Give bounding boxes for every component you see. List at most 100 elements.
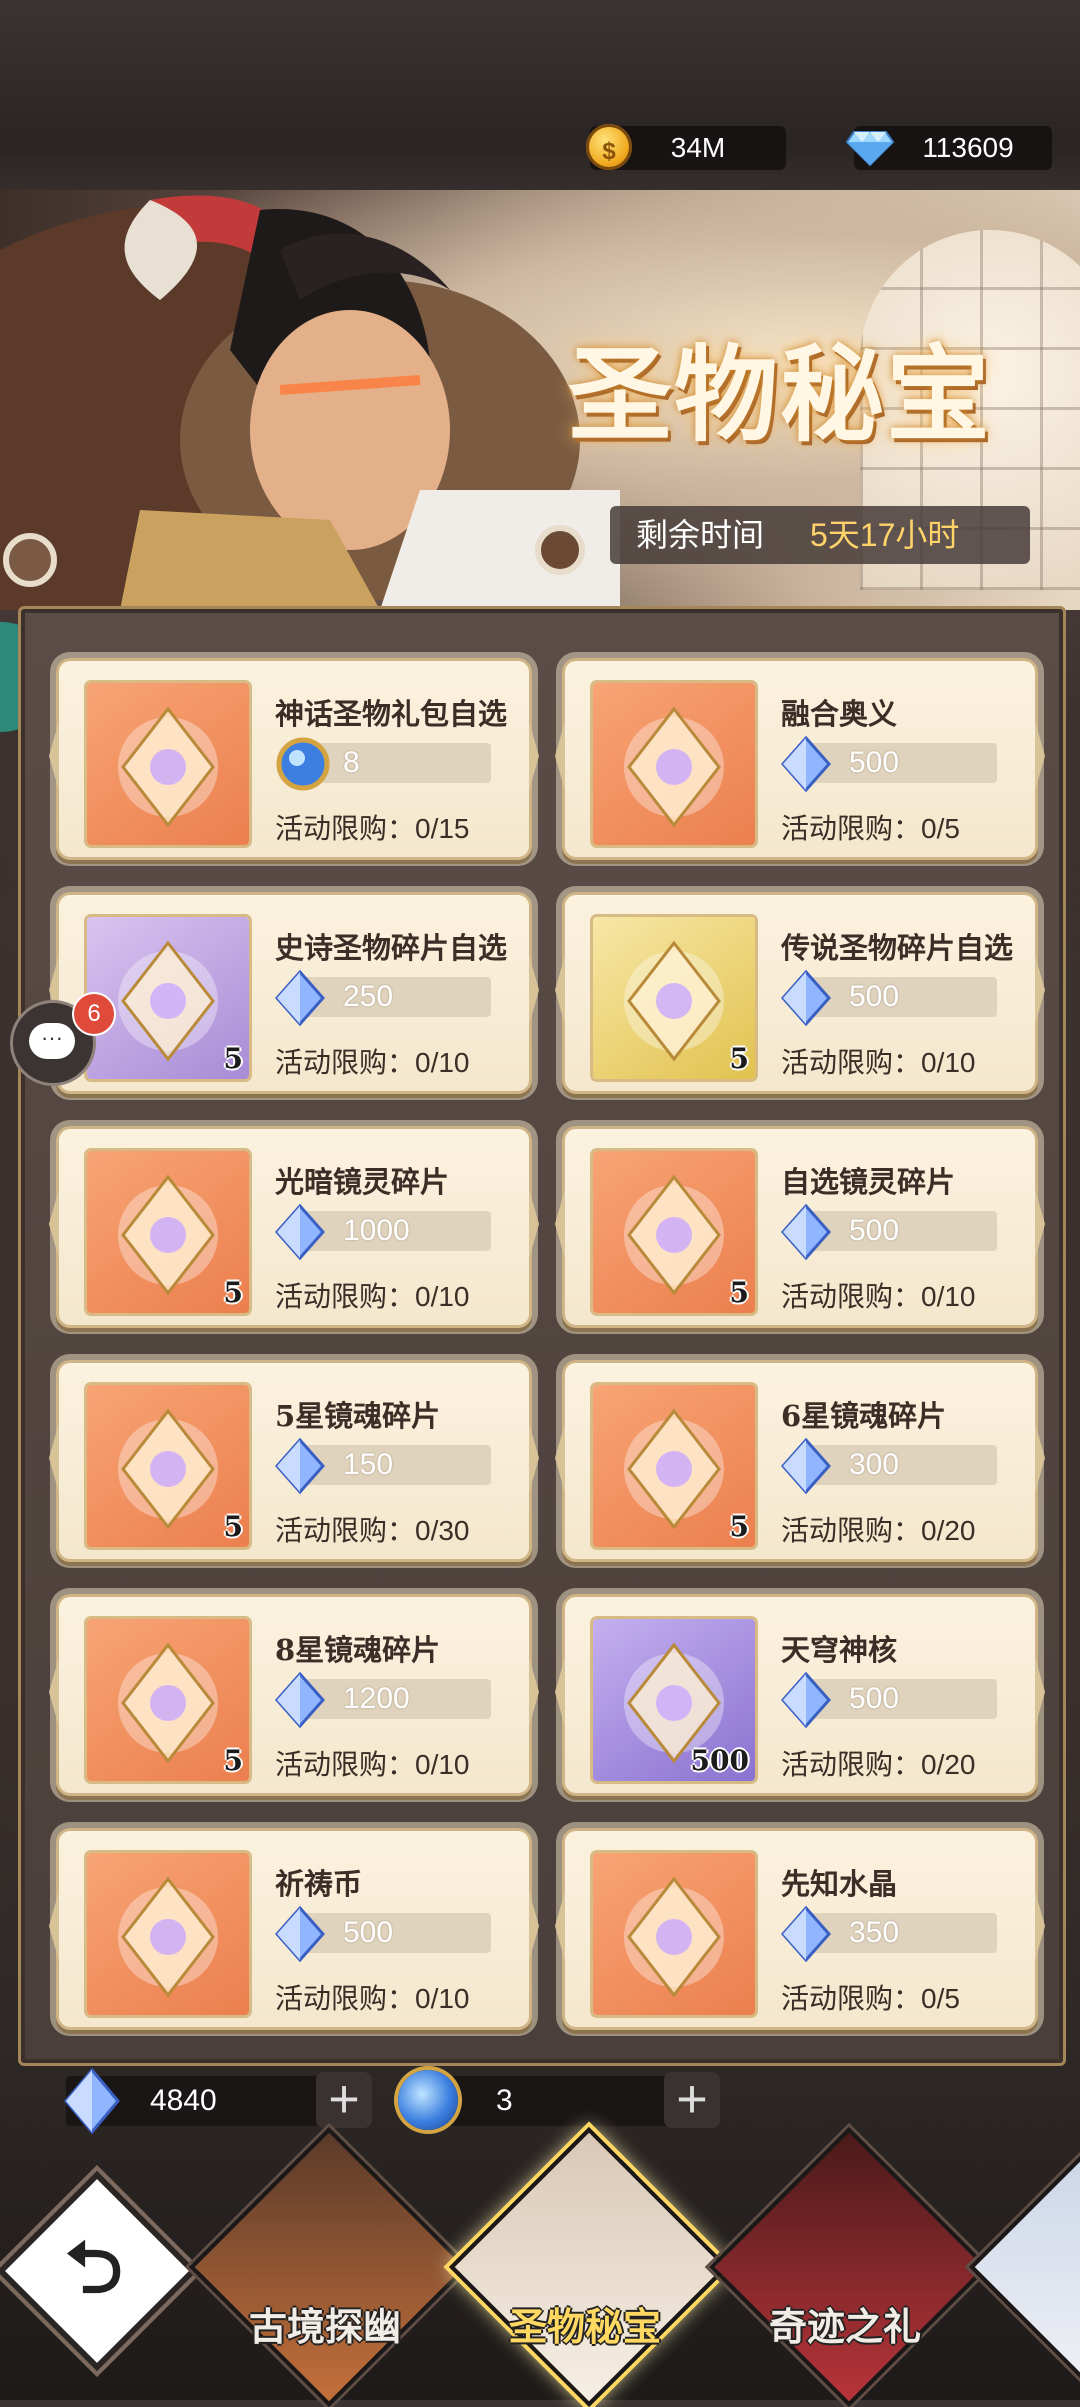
orb-icon	[276, 737, 330, 791]
item-price-value: 350	[849, 1916, 900, 1949]
item-quantity: 5	[223, 1042, 243, 1075]
item-price-value: 8	[343, 746, 360, 779]
item-price: 300	[780, 1437, 997, 1495]
item-name: 史诗圣物碎片自选	[275, 931, 508, 965]
hero-portrait-image	[0, 195, 620, 610]
item-price-value: 500	[849, 980, 900, 1013]
orb-icon	[398, 2070, 458, 2130]
crystal-icon	[274, 969, 326, 1027]
item-price: 500	[780, 735, 997, 793]
shop-item-card[interactable]: 5 5星镜魂碎片 150 活动限购：0/30	[56, 1360, 532, 1562]
item-price: 350	[780, 1905, 997, 1963]
nav-tab-image	[708, 2126, 990, 2407]
item-purchase-limit: 活动限购：0/10	[275, 1749, 470, 1780]
item-quantity: 500	[690, 1744, 749, 1777]
item-price: 250	[274, 969, 491, 1027]
crystal-icon	[274, 1203, 326, 1261]
item-art-icon	[118, 1876, 218, 1998]
shop-item-card[interactable]: 5 6星镜魂碎片 300 活动限购：0/20	[562, 1360, 1038, 1562]
crystal-icon	[780, 1203, 832, 1261]
shop-item-card[interactable]: 5 8星镜魂碎片 1200 活动限购：0/10	[56, 1594, 532, 1796]
item-purchase-limit: 活动限购：0/10	[781, 1047, 976, 1078]
crystal-icon	[780, 1437, 832, 1495]
banner-title: 圣物秘宝	[568, 333, 993, 456]
event-banner: 圣物秘宝 剩余时间 5天17小时	[0, 190, 1080, 610]
nav-tab-image	[188, 2126, 470, 2407]
crystal-balance: 4840 +	[64, 2068, 372, 2134]
item-price-value: 500	[849, 746, 900, 779]
nav-tab-image	[968, 2126, 1080, 2407]
item-name: 8星镜魂碎片	[275, 1633, 441, 1667]
crystal-balance-value: 4840	[150, 2084, 217, 2117]
item-price-value: 500	[849, 1214, 900, 1247]
diamond-counter: 113609	[846, 126, 1052, 170]
shop-item-card[interactable]: 融合奥义 500 活动限购：0/5	[562, 658, 1038, 860]
item-price: 500	[780, 969, 997, 1027]
crystal-icon	[274, 1671, 326, 1729]
crystal-icon	[64, 2068, 120, 2134]
item-name: 光暗镜灵碎片	[275, 1165, 450, 1199]
item-purchase-limit: 活动限购：0/10	[275, 1983, 470, 2014]
item-name: 传说圣物碎片自选	[781, 931, 1014, 965]
item-name: 先知水晶	[781, 1867, 898, 1901]
item-quantity: 5	[223, 1744, 243, 1777]
item-price-value: 1200	[343, 1682, 410, 1715]
item-art-icon	[624, 706, 724, 828]
item-thumbnail	[593, 1853, 755, 2015]
item-name: 祈祷币	[275, 1867, 363, 1901]
nav-tab-label: 古境探幽	[248, 2304, 401, 2349]
item-name: 6星镜魂碎片	[781, 1399, 947, 1433]
item-thumbnail	[593, 683, 755, 845]
item-purchase-limit: 活动限购：0/10	[781, 1281, 976, 1312]
item-thumbnail: 5	[593, 1151, 755, 1313]
item-purchase-limit: 活动限购：0/5	[781, 813, 960, 844]
remaining-time-label: 剩余时间	[636, 517, 765, 553]
item-purchase-limit: 活动限购：0/20	[781, 1515, 976, 1546]
item-quantity: 5	[729, 1510, 749, 1543]
top-currency-bar: 34M 113609	[0, 124, 1080, 176]
chat-badge: 6	[72, 992, 116, 1036]
item-price: 500	[780, 1203, 997, 1261]
item-purchase-limit: 活动限购：0/5	[781, 1983, 960, 2014]
item-price-value: 300	[849, 1448, 900, 1481]
add-crystal-button[interactable]: +	[316, 2072, 372, 2128]
chat-bubble-icon: ···	[29, 1023, 75, 1059]
shop-item-card[interactable]: 5 自选镜灵碎片 500 活动限购：0/10	[562, 1126, 1038, 1328]
crystal-icon	[780, 969, 832, 1027]
item-price: 8	[276, 737, 491, 791]
item-price: 1200	[274, 1671, 491, 1729]
item-thumbnail: 5	[87, 1619, 249, 1781]
item-quantity: 5	[223, 1510, 243, 1543]
item-thumbnail: 5	[593, 1385, 755, 1547]
item-thumbnail	[87, 1853, 249, 2015]
item-purchase-limit: 活动限购：0/15	[275, 813, 470, 844]
nav-tab[interactable]: 古境探幽	[188, 2126, 470, 2407]
shop-item-card[interactable]: 祈祷币 500 活动限购：0/10	[56, 1828, 532, 2030]
shop-item-card[interactable]: 500 天穹神核 500 活动限购：0/20	[562, 1594, 1038, 1796]
shop-item-card[interactable]: 5 传说圣物碎片自选 500 活动限购：0/10	[562, 892, 1038, 1094]
item-quantity: 5	[223, 1276, 243, 1309]
item-thumbnail: 5	[87, 917, 249, 1079]
nav-tab-label: 圣物秘宝	[508, 2304, 661, 2349]
orb-balance-value: 3	[496, 2084, 513, 2117]
crystal-icon	[780, 1671, 832, 1729]
add-orb-button[interactable]: +	[664, 2072, 720, 2128]
shop-item-card[interactable]: 先知水晶 350 活动限购：0/5	[562, 1828, 1038, 2030]
nav-tab[interactable]: 奇迹之礼	[708, 2126, 990, 2407]
item-price-value: 500	[343, 1916, 394, 1949]
nav-tab[interactable]: 定	[968, 2126, 1080, 2407]
nav-tab[interactable]: 圣物秘宝	[448, 2126, 730, 2407]
crystal-icon	[780, 1905, 832, 1963]
item-price-value: 150	[343, 1448, 394, 1481]
crystal-icon	[274, 1905, 326, 1963]
shop-item-card[interactable]: 神话圣物礼包自选 8 活动限购：0/15	[56, 658, 532, 860]
item-art-icon	[624, 1876, 724, 1998]
item-name: 神话圣物礼包自选	[275, 697, 508, 731]
gold-amount: 34M	[670, 132, 726, 163]
item-quantity: 5	[729, 1042, 749, 1075]
item-thumbnail	[87, 683, 249, 845]
item-purchase-limit: 活动限购：0/30	[275, 1515, 470, 1546]
nav-tab-label: 定	[990, 2296, 1080, 2351]
shop-item-card[interactable]: 5 光暗镜灵碎片 1000 活动限购：0/10	[56, 1126, 532, 1328]
shop-item-card[interactable]: 5 史诗圣物碎片自选 250 活动限购：0/10	[56, 892, 532, 1094]
